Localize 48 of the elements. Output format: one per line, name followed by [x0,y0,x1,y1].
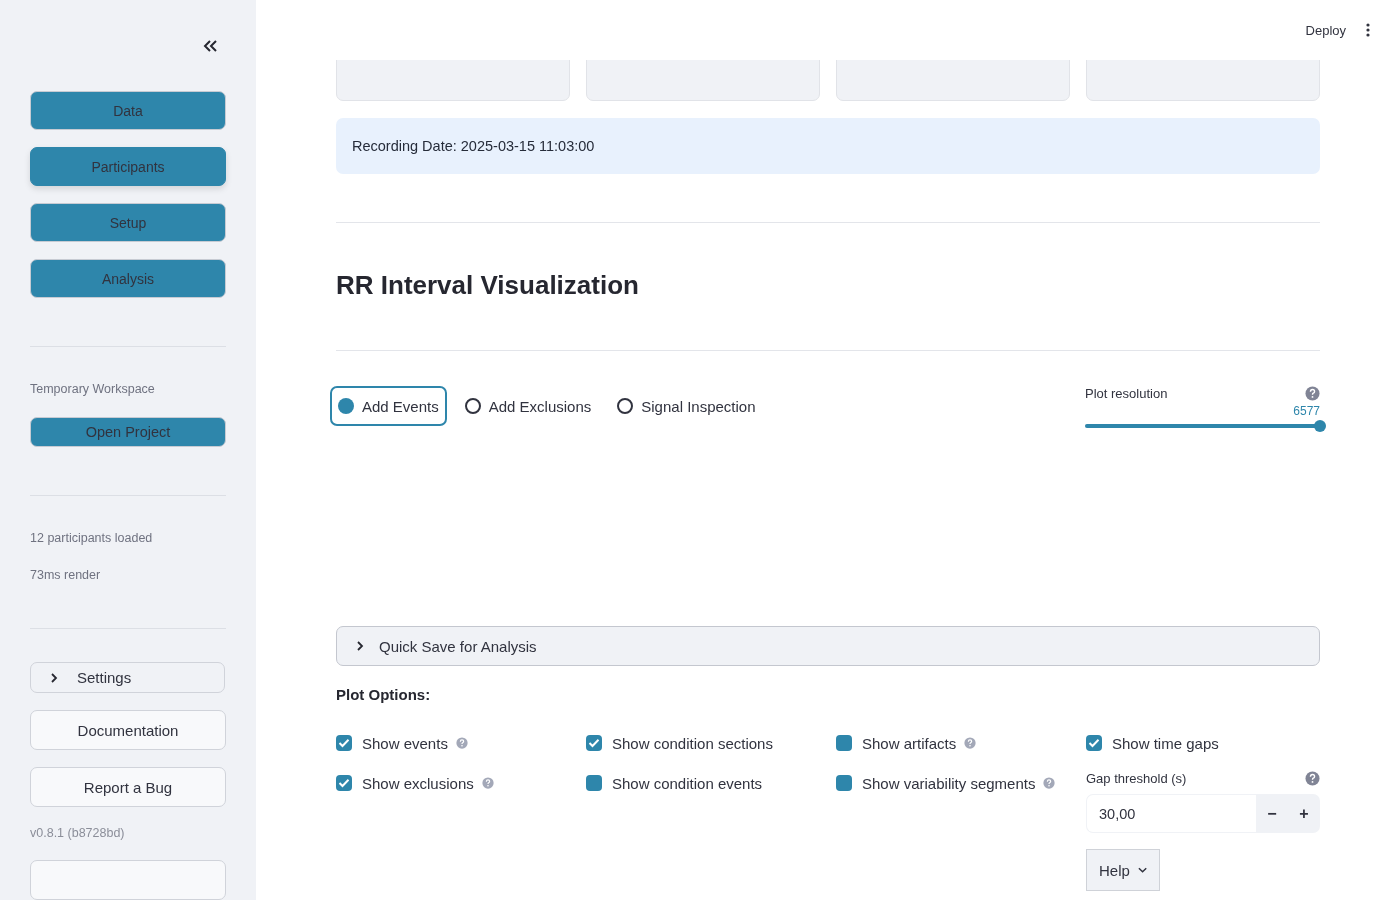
info-text: Recording Date: 2025-03-15 11:03:00 [352,138,595,154]
deploy-button[interactable]: Deploy [1305,22,1346,38]
checkbox[interactable] [336,735,352,751]
mode-radio[interactable]: Signal Inspection [609,386,764,426]
checkbox[interactable] [1086,735,1102,751]
quick-save-expander[interactable]: Quick Save for Analysis [336,626,1320,666]
checkbox[interactable] [586,735,602,751]
version-text: v0.8.1 (b8728bd) [30,826,126,840]
help-icon[interactable] [1305,386,1320,401]
checkbox[interactable] [336,775,352,791]
options-title: Plot Options: [336,686,432,703]
workspace-label: Temporary Workspace [30,382,156,396]
status-text: 12 participants loaded [30,531,154,546]
collapse-icon[interactable] [202,39,218,53]
number-field[interactable]: 30,00 [1086,794,1256,833]
section-heading: RR Interval Visualization [336,269,640,302]
help-button[interactable]: Help [1086,849,1160,891]
mode-radio[interactable]: Add Exclusions [456,386,600,426]
increment-button[interactable]: + [1288,794,1320,833]
more-menu-icon[interactable] [1366,23,1370,37]
slider-label: Plot resolution [1085,386,1168,401]
caret-icon [1137,866,1147,874]
checkbox-label[interactable]: Show events [362,734,448,752]
chevron-icon [49,672,59,683]
status-text: 73ms render [30,568,102,583]
field-label: Gap threshold (s) [1086,771,1187,786]
slider-value: 6577 [1292,404,1320,418]
decrement-button[interactable]: − [1256,794,1288,833]
help-icon[interactable] [964,737,977,749]
checkbox[interactable] [836,735,852,751]
checkbox-label[interactable]: Show variability segments [862,774,1036,792]
help-icon[interactable] [1043,777,1056,789]
slider-thumb[interactable] [1314,420,1326,432]
checkbox[interactable] [836,775,852,791]
checkbox-label[interactable]: Show time gaps [1112,734,1219,752]
settings-expander[interactable]: Settings [30,662,225,693]
help-icon[interactable] [455,737,468,749]
link-button[interactable]: Documentation [30,710,226,750]
help-icon[interactable] [481,777,494,789]
checkbox-label[interactable]: Show exclusions [362,774,474,792]
chevron-icon [355,641,365,651]
link-button[interactable]: Report a Bug [30,767,226,807]
checkbox-label[interactable]: Show condition events [612,774,763,792]
checkbox-label[interactable]: Show artifacts [862,734,957,752]
checkbox[interactable] [586,775,602,791]
checkbox-label[interactable]: Show condition sections [612,734,773,752]
help-icon[interactable] [1305,771,1320,786]
mode-radio[interactable]: Add Events [330,386,447,426]
